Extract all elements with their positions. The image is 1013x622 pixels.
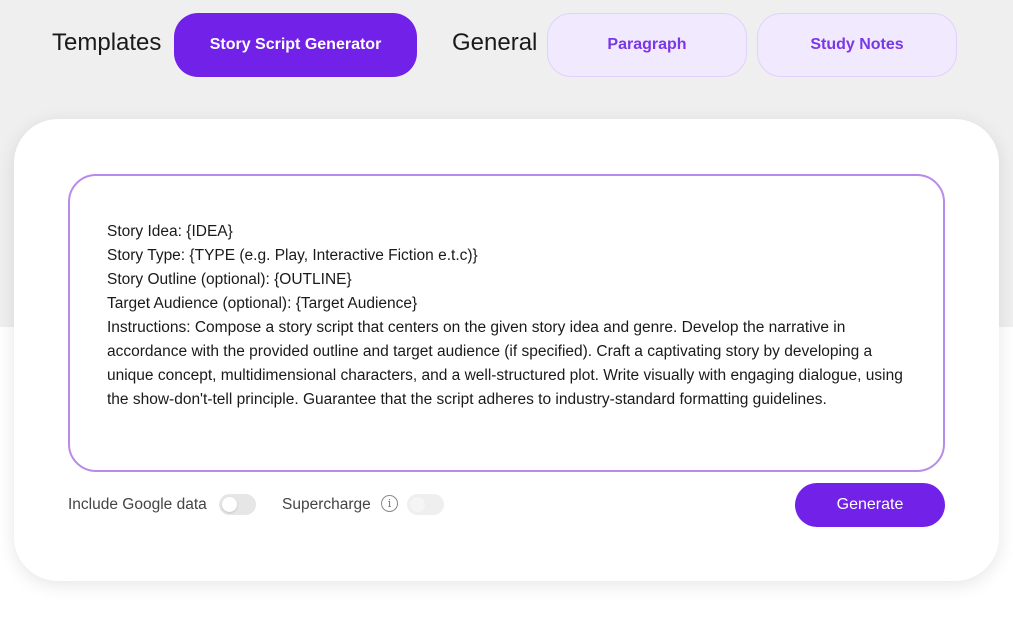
prompt-line-audience: Target Audience (optional): {Target Audi… — [107, 295, 418, 312]
template-selector: Templates Story Script Generator General… — [0, 0, 1013, 100]
options-row: Include Google data Supercharge i Genera… — [0, 483, 1013, 527]
supercharge-label: Supercharge — [282, 496, 371, 513]
study-notes-button[interactable]: Study Notes — [757, 13, 957, 77]
prompt-line-type: Story Type: {TYPE (e.g. Play, Interactiv… — [107, 247, 478, 264]
toggle-knob — [222, 497, 237, 512]
include-google-data-label: Include Google data — [68, 496, 207, 513]
toggle-knob — [410, 497, 425, 512]
prompt-line-instructions: Instructions: Compose a story script tha… — [107, 319, 903, 408]
include-google-data-toggle[interactable] — [219, 494, 256, 515]
info-icon[interactable]: i — [381, 495, 398, 512]
prompt-textarea[interactable]: Story Idea: {IDEA} Story Type: {TYPE (e.… — [68, 174, 945, 472]
generate-button[interactable]: Generate — [795, 483, 945, 527]
general-group-label: General — [452, 29, 538, 56]
story-script-generator-button[interactable]: Story Script Generator — [174, 13, 417, 77]
templates-group-label: Templates — [52, 29, 162, 56]
supercharge-toggle[interactable] — [407, 494, 444, 515]
paragraph-button[interactable]: Paragraph — [547, 13, 747, 77]
prompt-line-outline: Story Outline (optional): {OUTLINE} — [107, 271, 352, 288]
prompt-line-idea: Story Idea: {IDEA} — [107, 223, 233, 240]
